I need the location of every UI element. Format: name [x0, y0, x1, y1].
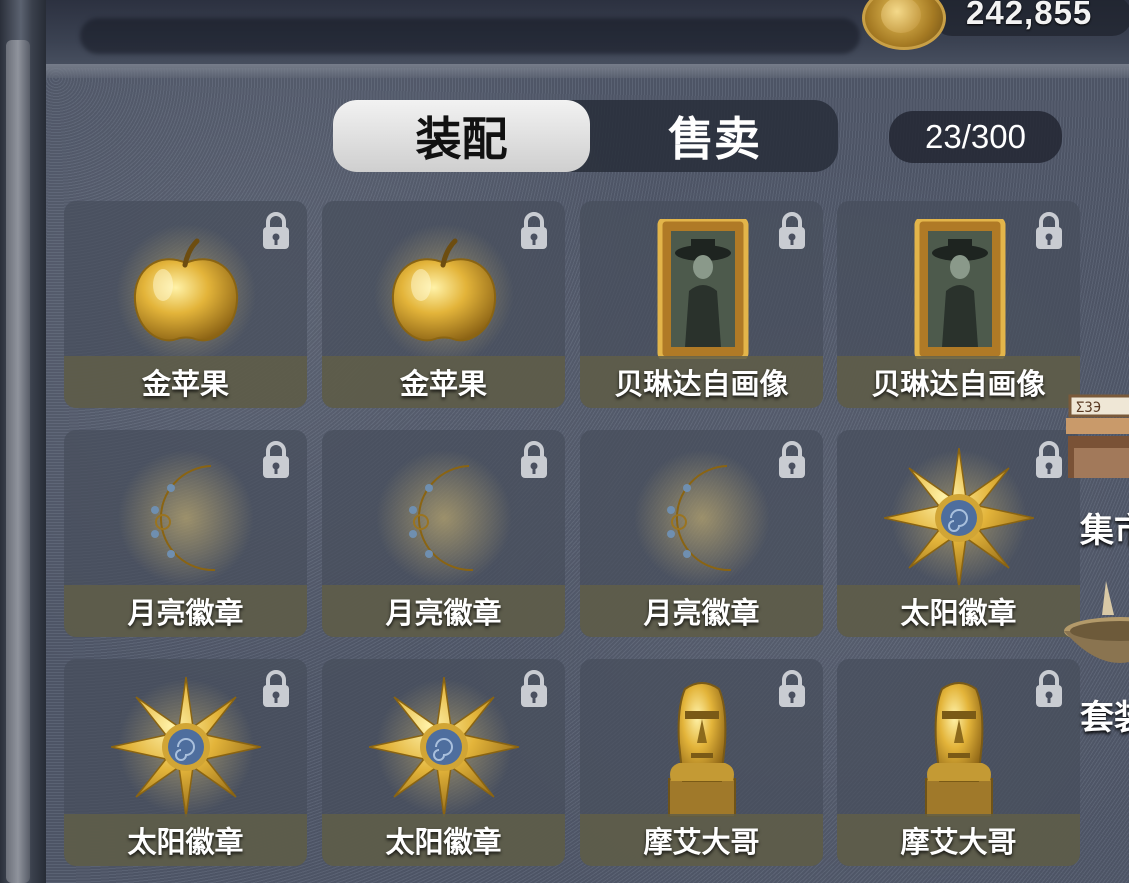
item-label: 太阳徽章 — [127, 825, 244, 859]
tab-equip[interactable]: 装配 — [333, 100, 590, 172]
side-label-set[interactable]: 套装 — [1080, 690, 1129, 739]
inventory-item[interactable]: 月亮徽章 — [322, 430, 565, 637]
inventory-item[interactable]: 金苹果 — [64, 201, 307, 408]
item-label-bar: 摩艾大哥 — [837, 814, 1080, 866]
inventory-count: 23/300 — [889, 111, 1062, 163]
golden-apple-icon — [111, 219, 261, 364]
item-label: 摩艾大哥 — [900, 825, 1017, 859]
portrait-icon — [884, 216, 1034, 362]
item-label-bar: 摩艾大哥 — [580, 814, 823, 866]
left-frame — [0, 0, 46, 883]
sun-badge-icon — [110, 676, 261, 818]
lock-icon[interactable] — [259, 211, 293, 251]
lock-icon[interactable] — [775, 440, 809, 480]
moon-badge-icon — [369, 448, 519, 588]
sun-badge-icon — [368, 676, 519, 818]
lock-icon[interactable] — [517, 211, 551, 251]
moai-statue-icon — [627, 677, 777, 818]
lock-icon[interactable] — [259, 440, 293, 480]
item-label-bar: 太阳徽章 — [64, 814, 307, 866]
item-label: 摩艾大哥 — [643, 825, 760, 859]
item-label: 贝琳达自画像 — [614, 367, 789, 401]
item-label-bar: 贝琳达自画像 — [837, 356, 1080, 408]
golden-apple-icon — [369, 219, 519, 364]
coin-icon — [862, 0, 946, 50]
inventory-item[interactable]: 太阳徽章 — [322, 659, 565, 866]
item-label-bar: 月亮徽章 — [322, 585, 565, 637]
inventory-item[interactable]: 摩艾大哥 — [837, 659, 1080, 866]
lock-icon[interactable] — [517, 669, 551, 709]
moai-statue-icon — [884, 677, 1034, 818]
currency-display: 242,855 — [862, 0, 1129, 50]
tab-sell[interactable]: 售卖 — [590, 100, 838, 172]
item-label-bar: 金苹果 — [322, 356, 565, 408]
portrait-icon — [627, 216, 777, 362]
lock-icon[interactable] — [775, 669, 809, 709]
carpet-edge — [46, 64, 1129, 78]
inventory-item[interactable]: 金苹果 — [322, 201, 565, 408]
bowl-icon[interactable] — [1062, 575, 1129, 685]
inventory-item[interactable]: 月亮徽章 — [64, 430, 307, 637]
item-label: 太阳徽章 — [385, 825, 502, 859]
item-label: 金苹果 — [399, 367, 487, 401]
inventory-item[interactable]: 太阳徽章 — [64, 659, 307, 866]
lock-icon[interactable] — [1032, 211, 1066, 251]
moon-badge-icon — [627, 448, 777, 588]
svg-text:ΣЗЭ: ΣЗЭ — [1076, 400, 1101, 416]
inventory-item[interactable]: 贝琳达自画像 — [580, 201, 823, 408]
moon-badge-icon — [111, 448, 261, 588]
item-label: 月亮徽章 — [385, 596, 502, 630]
mode-tabs: 装配 售卖 — [333, 100, 838, 172]
inventory-item[interactable]: 摩艾大哥 — [580, 659, 823, 866]
item-label-bar: 月亮徽章 — [64, 585, 307, 637]
item-label: 金苹果 — [141, 367, 229, 401]
item-label: 月亮徽章 — [127, 596, 244, 630]
item-label-bar: 贝琳达自画像 — [580, 356, 823, 408]
lock-icon[interactable] — [1032, 669, 1066, 709]
inventory-item[interactable]: 太阳徽章 — [837, 430, 1080, 637]
item-label-bar: 太阳徽章 — [837, 585, 1080, 637]
inventory-item[interactable]: 贝琳达自画像 — [837, 201, 1080, 408]
lock-icon[interactable] — [1032, 440, 1066, 480]
item-label: 太阳徽章 — [900, 596, 1017, 630]
side-label-market[interactable]: 集市 — [1080, 503, 1129, 552]
currency-amount: 242,855 — [966, 0, 1093, 31]
lock-icon[interactable] — [259, 669, 293, 709]
sun-badge-icon — [883, 447, 1034, 589]
item-label-bar: 金苹果 — [64, 356, 307, 408]
item-label: 贝琳达自画像 — [871, 367, 1046, 401]
item-label-bar: 太阳徽章 — [322, 814, 565, 866]
inventory-item[interactable]: 月亮徽章 — [580, 430, 823, 637]
lock-icon[interactable] — [775, 211, 809, 251]
market-stall-icon[interactable]: ΣЗЭ — [1062, 388, 1129, 478]
item-label: 月亮徽章 — [643, 596, 760, 630]
lock-icon[interactable] — [517, 440, 551, 480]
item-label-bar: 月亮徽章 — [580, 585, 823, 637]
